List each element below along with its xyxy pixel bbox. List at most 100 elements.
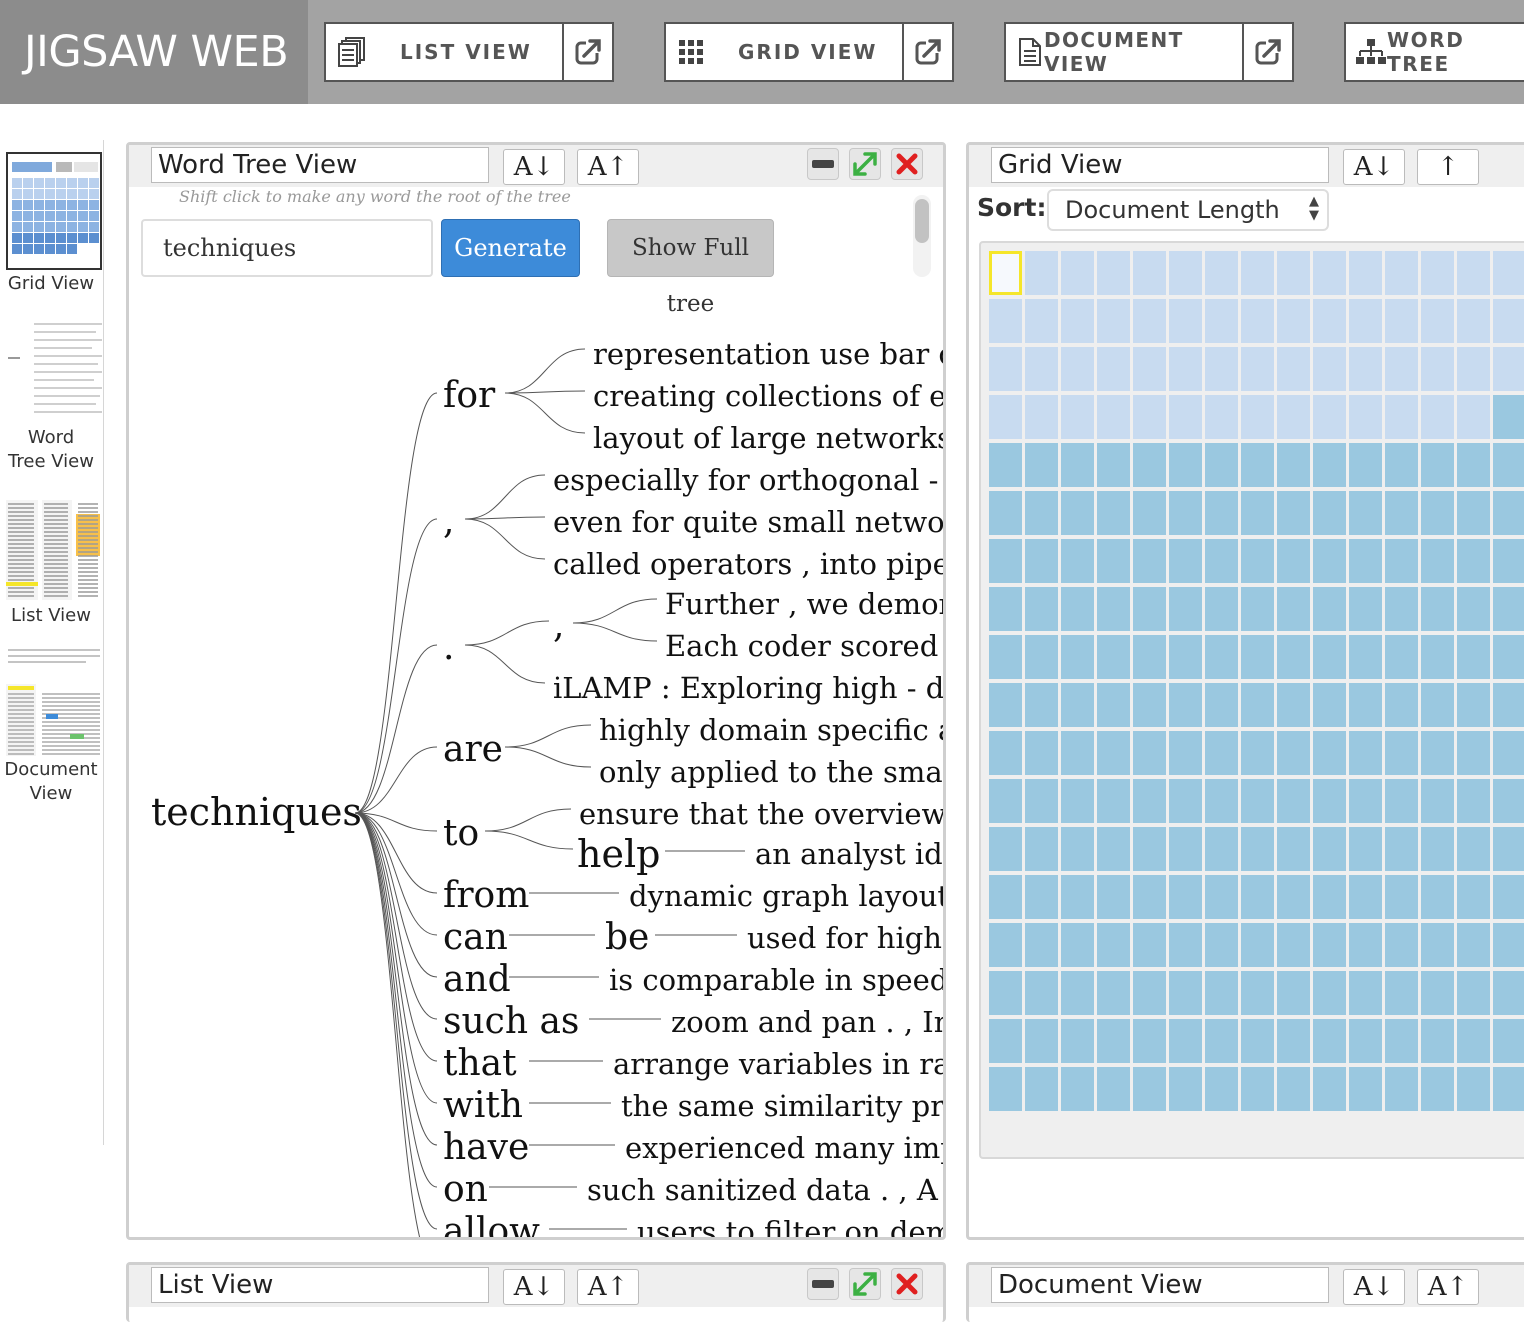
document-cell[interactable] bbox=[1457, 443, 1490, 487]
document-cell[interactable] bbox=[1061, 299, 1094, 343]
document-cell[interactable] bbox=[1457, 1019, 1490, 1063]
document-cell[interactable] bbox=[1385, 1067, 1418, 1111]
document-cell[interactable] bbox=[1169, 539, 1202, 583]
document-cell[interactable] bbox=[1385, 539, 1418, 583]
document-cell[interactable] bbox=[1277, 299, 1310, 343]
document-cell[interactable] bbox=[1421, 299, 1454, 343]
document-cell[interactable] bbox=[1169, 827, 1202, 871]
document-cell[interactable] bbox=[1205, 1067, 1238, 1111]
document-cell[interactable] bbox=[989, 539, 1022, 583]
document-cell[interactable] bbox=[1169, 971, 1202, 1015]
document-cell[interactable] bbox=[1205, 779, 1238, 823]
sort-up-button[interactable]: ↑ bbox=[1417, 149, 1479, 185]
document-cell[interactable] bbox=[1025, 587, 1058, 631]
document-cell[interactable] bbox=[1349, 875, 1382, 919]
document-cell[interactable] bbox=[1457, 395, 1490, 439]
document-cell[interactable] bbox=[1061, 347, 1094, 391]
document-cell[interactable] bbox=[1313, 347, 1346, 391]
leaf-phrase[interactable]: creating collections of exploratory bbox=[593, 379, 943, 413]
branch-word[interactable]: , bbox=[443, 501, 454, 542]
document-cell[interactable] bbox=[1493, 923, 1524, 967]
branch-word[interactable]: help bbox=[577, 832, 660, 876]
document-cell[interactable] bbox=[1349, 683, 1382, 727]
document-cell[interactable] bbox=[1313, 971, 1346, 1015]
branch-word[interactable]: can bbox=[443, 917, 508, 958]
document-cell[interactable] bbox=[1349, 827, 1382, 871]
document-cell[interactable] bbox=[1313, 491, 1346, 535]
document-cell[interactable] bbox=[1061, 923, 1094, 967]
document-cell[interactable] bbox=[1385, 443, 1418, 487]
document-cell[interactable] bbox=[1421, 779, 1454, 823]
document-cell[interactable] bbox=[1313, 875, 1346, 919]
document-cell[interactable] bbox=[1457, 635, 1490, 679]
document-cell[interactable] bbox=[1061, 395, 1094, 439]
document-cell[interactable] bbox=[1385, 1019, 1418, 1063]
document-cell[interactable] bbox=[1133, 443, 1166, 487]
nav-document-view-main[interactable]: DOCUMENT VIEW bbox=[1006, 24, 1242, 80]
document-cell[interactable] bbox=[1385, 587, 1418, 631]
document-cell[interactable] bbox=[1493, 539, 1524, 583]
document-cell[interactable] bbox=[1061, 1019, 1094, 1063]
document-cell[interactable] bbox=[1205, 395, 1238, 439]
document-cell[interactable] bbox=[1457, 875, 1490, 919]
document-cell[interactable] bbox=[1277, 539, 1310, 583]
document-cell[interactable] bbox=[1241, 635, 1274, 679]
document-cell[interactable] bbox=[1313, 587, 1346, 631]
document-cell[interactable] bbox=[1205, 587, 1238, 631]
document-cell[interactable] bbox=[1385, 347, 1418, 391]
document-cell[interactable] bbox=[1169, 779, 1202, 823]
document-cell[interactable] bbox=[1493, 875, 1524, 919]
document-cell[interactable] bbox=[989, 683, 1022, 727]
document-cell[interactable] bbox=[1277, 875, 1310, 919]
document-cell[interactable] bbox=[1241, 779, 1274, 823]
document-cell[interactable] bbox=[1385, 875, 1418, 919]
document-cell[interactable] bbox=[1169, 635, 1202, 679]
expand-icon[interactable] bbox=[849, 1268, 881, 1300]
document-cell[interactable] bbox=[1421, 395, 1454, 439]
document-cell[interactable] bbox=[1493, 779, 1524, 823]
thumbnail-document-view[interactable] bbox=[6, 640, 102, 758]
document-cell[interactable] bbox=[1025, 251, 1058, 295]
document-cell[interactable] bbox=[1061, 683, 1094, 727]
sort-descending-button[interactable]: A↑ bbox=[577, 1269, 639, 1305]
document-cell[interactable] bbox=[1313, 1019, 1346, 1063]
leaf-phrase[interactable]: ensure that the overview and bbox=[579, 797, 943, 831]
document-cell[interactable] bbox=[1241, 827, 1274, 871]
document-cell[interactable] bbox=[1097, 683, 1130, 727]
document-cell[interactable] bbox=[1313, 827, 1346, 871]
document-cell[interactable] bbox=[1313, 299, 1346, 343]
document-cell[interactable] bbox=[1421, 587, 1454, 631]
open-external-icon[interactable] bbox=[1242, 24, 1292, 80]
document-cell[interactable] bbox=[989, 491, 1022, 535]
document-cell[interactable] bbox=[1349, 347, 1382, 391]
document-cell[interactable] bbox=[1457, 827, 1490, 871]
document-cell[interactable] bbox=[1205, 923, 1238, 967]
document-cell[interactable] bbox=[1097, 779, 1130, 823]
document-cell[interactable] bbox=[1385, 731, 1418, 775]
document-cell[interactable] bbox=[1241, 587, 1274, 631]
document-cell[interactable] bbox=[1133, 827, 1166, 871]
document-cell[interactable] bbox=[1061, 731, 1094, 775]
generate-button[interactable]: Generate bbox=[441, 219, 580, 277]
document-cell[interactable] bbox=[1133, 923, 1166, 967]
document-cell[interactable] bbox=[989, 1019, 1022, 1063]
branch-word[interactable]: are bbox=[443, 729, 503, 770]
document-cell[interactable] bbox=[1457, 971, 1490, 1015]
leaf-phrase[interactable]: the same similarity preserving bbox=[621, 1089, 943, 1123]
document-cell[interactable] bbox=[1097, 443, 1130, 487]
document-cell[interactable] bbox=[1097, 395, 1130, 439]
document-cell[interactable] bbox=[1169, 443, 1202, 487]
branch-word[interactable]: for bbox=[443, 375, 496, 416]
document-cell[interactable] bbox=[1349, 971, 1382, 1015]
document-cell[interactable] bbox=[1133, 779, 1166, 823]
branch-word[interactable]: on bbox=[443, 1169, 488, 1210]
open-external-icon[interactable] bbox=[902, 24, 952, 80]
sort-select[interactable]: Document Length ▲ ▼ bbox=[1047, 189, 1329, 231]
document-cell[interactable] bbox=[1385, 827, 1418, 871]
document-cell[interactable] bbox=[1493, 1067, 1524, 1111]
document-cell[interactable] bbox=[1169, 347, 1202, 391]
document-cell[interactable] bbox=[1493, 299, 1524, 343]
document-cell[interactable] bbox=[989, 875, 1022, 919]
leaf-phrase[interactable]: only applied to the small set bbox=[599, 755, 943, 789]
sort-ascending-button[interactable]: A↓ bbox=[1343, 1269, 1405, 1305]
